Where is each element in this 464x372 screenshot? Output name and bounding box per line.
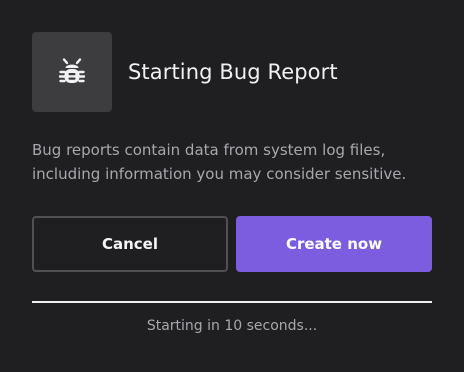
dialog-description: Bug reports contain data from system log…: [32, 141, 407, 183]
countdown-status: Starting in 10 seconds...: [146, 318, 318, 334]
dialog-header: Starting Bug Report: [32, 32, 338, 112]
bug-icon: [58, 58, 86, 83]
countdown-progress-fill: [32, 301, 432, 303]
bug-report-dialog: Starting Bug Report Bug reports contain …: [0, 0, 464, 372]
create-now-button[interactable]: Create now: [236, 216, 432, 272]
icon-tile: [32, 32, 112, 112]
cancel-button[interactable]: Cancel: [32, 216, 228, 272]
countdown-progress-bar: [32, 301, 432, 303]
dialog-title: Starting Bug Report: [128, 60, 338, 84]
